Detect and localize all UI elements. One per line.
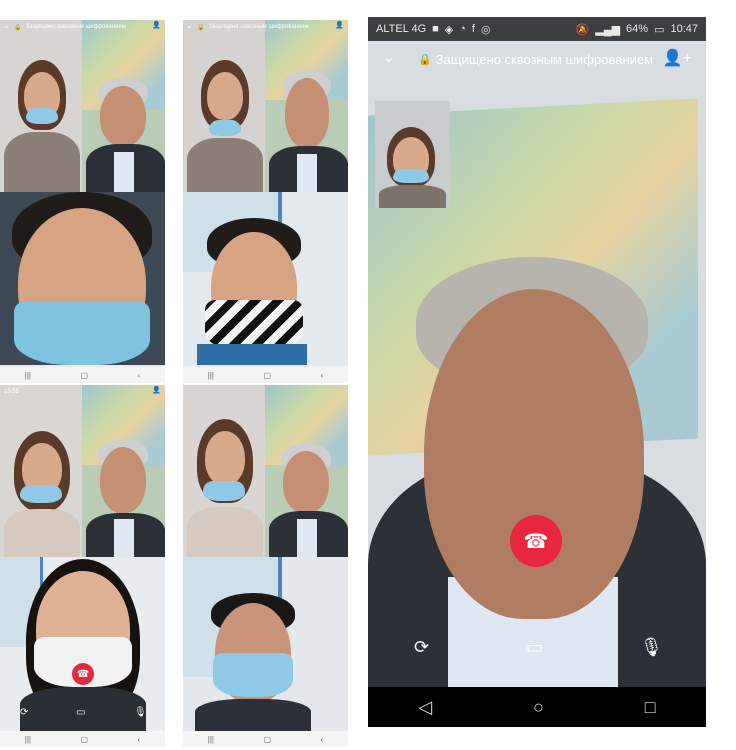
encryption-notice: 🔒 Защищено сквозным шифрованием: [418, 52, 653, 67]
chevron-down-icon[interactable]: ⌄: [186, 21, 193, 30]
video-tile-woman: [0, 385, 82, 557]
mini-nav-bar: ||| ▢ ‹: [0, 731, 165, 747]
encryption-text: Защищено сквозным шифрованием: [435, 52, 654, 67]
call-screenshot-3: 10:55 👤 ☎ ⟳ ▭ 🎙 ||| ▢ ‹: [0, 385, 165, 747]
video-tile-man: [82, 20, 165, 192]
carrier-label: ALTEL 4G: [376, 23, 427, 35]
nav-recent-icon[interactable]: |||: [208, 371, 214, 380]
nav-back-icon[interactable]: ‹: [321, 735, 324, 744]
mic-off-icon[interactable]: 🎙: [134, 707, 147, 718]
mini-nav-bar: ||| ▢ ‹: [183, 731, 348, 747]
call-screenshot-1: ⌄ 🔒 Защищено сквозным шифрованием 👤 ||| …: [0, 20, 165, 383]
end-call-icon: ☎: [76, 668, 90, 680]
facebook-icon: f: [471, 23, 475, 35]
instagram-icon: ◎: [480, 23, 491, 36]
shield-icon: ◈: [444, 23, 454, 36]
video-tile-woman: [0, 20, 82, 192]
video-off-icon[interactable]: ▭: [526, 637, 543, 658]
mini-nav-bar: ||| ▢ ‹: [183, 367, 348, 383]
video-tile-girl: [0, 557, 165, 731]
camera-switch-icon[interactable]: ⟳: [20, 707, 28, 718]
main-call-screen: ALTEL 4G ■ ◈ ◔ f ◎ 🔕 ▂▄▆ 64% ▭ 10:47 ⌄ 🔒…: [368, 17, 706, 727]
mini-call-header: ⌄ 🔒 Защищено сквозным шифрованием 👤: [0, 20, 165, 34]
status-time: 10:55: [4, 389, 20, 395]
video-tile-man: [265, 385, 348, 557]
end-call-button[interactable]: ☎: [72, 663, 94, 685]
add-user-icon[interactable]: 👤+: [663, 48, 692, 68]
chevron-down-icon[interactable]: ⌄: [382, 47, 395, 67]
nav-recent-icon[interactable]: |||: [208, 735, 214, 744]
chevron-down-icon[interactable]: ⌄: [3, 21, 10, 30]
lock-icon: 🔒: [197, 24, 205, 31]
video-tile-woman: [183, 20, 265, 192]
nav-home-icon[interactable]: ▢: [263, 735, 271, 744]
add-user-icon[interactable]: 👤: [152, 386, 161, 394]
status-bar: ALTEL 4G ■ ◈ ◔ f ◎ 🔕 ▂▄▆ 64% ▭ 10:47: [368, 17, 706, 41]
video-tile-man: [265, 20, 348, 192]
clock: 10:47: [670, 23, 698, 35]
nav-home-icon[interactable]: ▢: [263, 371, 271, 380]
video-off-icon[interactable]: ▭: [76, 707, 85, 718]
mute-icon: 🔕: [575, 23, 590, 36]
encryption-text: Защищено сквозным шифрованием: [208, 24, 309, 30]
lock-icon: 🔒: [418, 54, 432, 66]
call-header: ⌄ 🔒 Защищено сквозным шифрованием 👤+: [368, 45, 706, 75]
man-face: [424, 289, 644, 619]
add-user-icon[interactable]: 👤: [335, 21, 344, 29]
mini-nav-bar: ||| ▢ ‹: [0, 367, 165, 383]
whatsapp-icon: ◔: [459, 23, 466, 35]
battery-icon: ▭: [654, 23, 665, 36]
end-call-button[interactable]: ☎: [510, 515, 562, 567]
camera-switch-icon[interactable]: ⟳: [414, 637, 429, 658]
video-icon: ■: [432, 23, 439, 35]
call-screenshot-4: ||| ▢ ‹: [183, 385, 348, 747]
video-tile-boy: [183, 192, 348, 365]
encryption-text: Защищено сквозным шифрованием: [25, 24, 126, 30]
nav-back-icon[interactable]: ‹: [138, 735, 141, 744]
nav-home-icon[interactable]: ▢: [80, 371, 88, 380]
mini-status-bar: 10:55 👤: [0, 385, 165, 399]
nav-home-icon[interactable]: ▢: [80, 735, 88, 744]
mini-call-header: ⌄ 🔒 Защищено сквозным шифрованием 👤: [183, 20, 348, 34]
nav-recent-icon[interactable]: |||: [25, 371, 31, 380]
mic-off-icon[interactable]: 🎙: [640, 637, 663, 658]
nav-back-icon[interactable]: ‹: [321, 371, 324, 380]
battery-percent: 64%: [626, 23, 649, 35]
call-screenshot-2: ⌄ 🔒 Защищено сквозным шифрованием 👤 ||| …: [183, 20, 348, 383]
video-tile-man: [82, 385, 165, 557]
android-nav-bar: ◁ ○ □: [368, 687, 706, 727]
add-user-icon[interactable]: 👤: [152, 21, 161, 29]
video-tile-young-man: [183, 557, 348, 731]
video-tile-boy: [0, 192, 165, 365]
nav-back-icon[interactable]: ◁: [418, 697, 432, 718]
nav-home-icon[interactable]: ○: [533, 697, 544, 718]
self-preview[interactable]: [375, 101, 450, 208]
video-tile-woman: [183, 385, 265, 557]
nav-back-icon[interactable]: ‹: [138, 371, 141, 380]
nav-recent-icon[interactable]: |||: [25, 735, 31, 744]
nav-recent-icon[interactable]: □: [645, 697, 656, 718]
signal-icon: ▂▄▆: [595, 23, 621, 36]
lock-icon: 🔒: [14, 24, 22, 31]
end-call-icon: ☎: [523, 530, 549, 553]
